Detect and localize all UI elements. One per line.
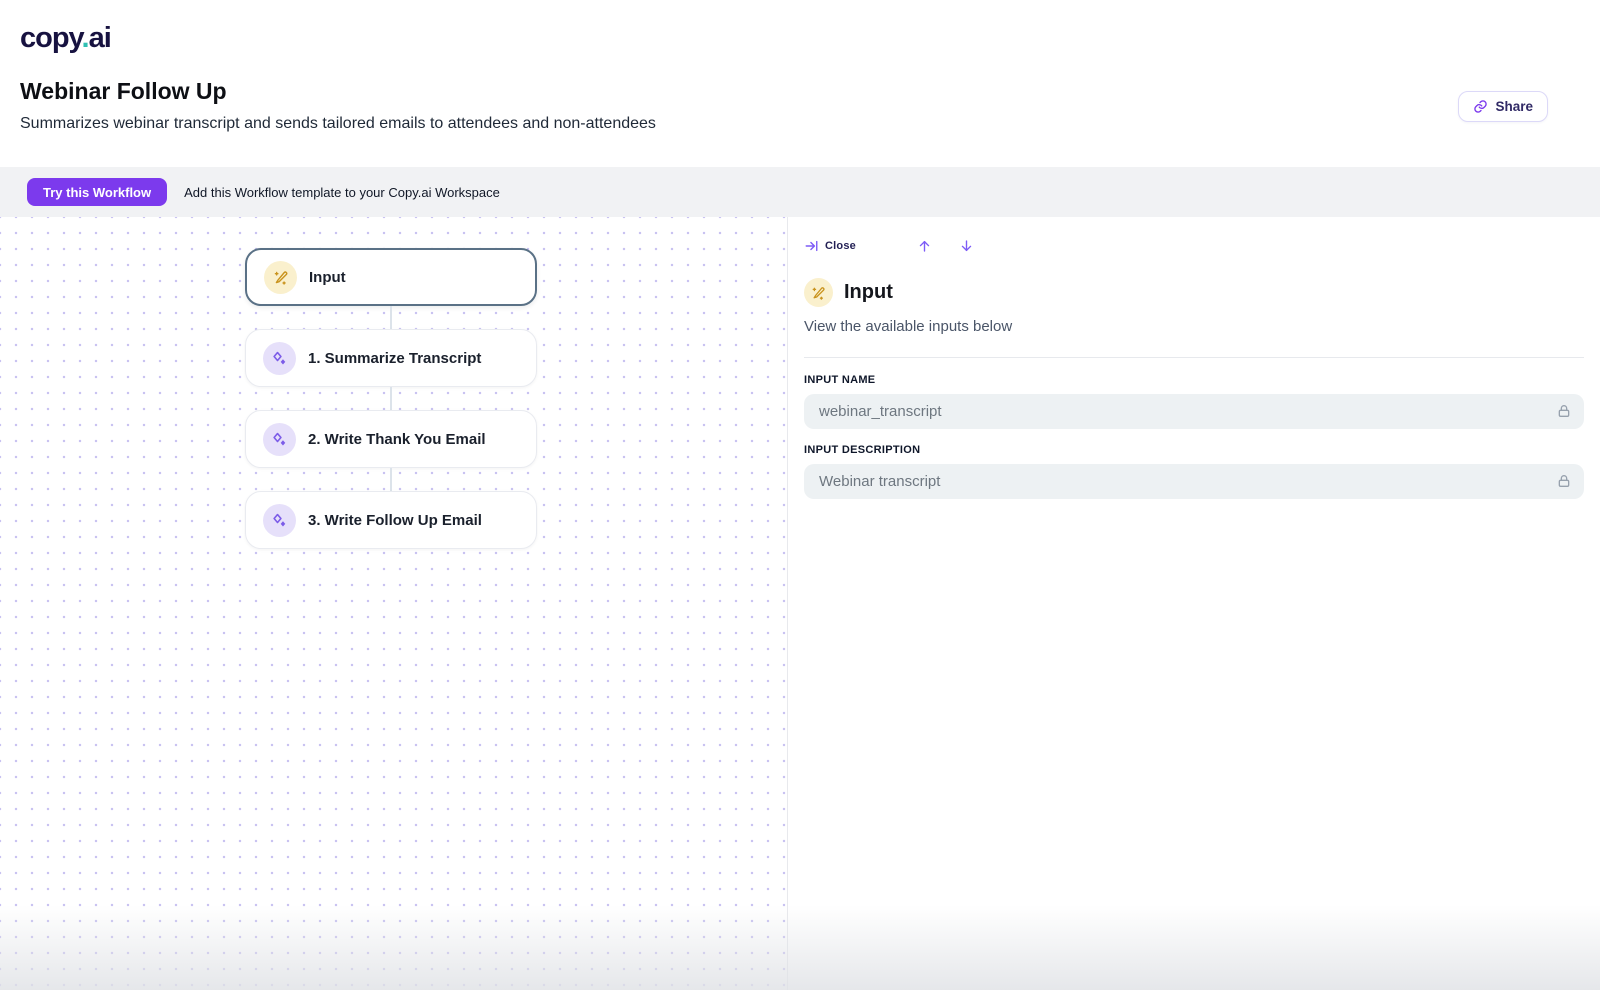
sparkles-icon <box>263 503 296 537</box>
page-subtitle: Summarizes webinar transcript and sends … <box>20 115 656 132</box>
arrow-down-icon <box>962 240 972 252</box>
share-button[interactable]: Share <box>1458 91 1548 122</box>
panel-description: View the available inputs below <box>804 318 1013 335</box>
close-panel-button[interactable]: Close <box>804 239 856 253</box>
input-name-field-wrap <box>804 394 1584 429</box>
collapse-right-icon <box>805 240 818 252</box>
arrow-up-icon <box>920 240 930 252</box>
panel-heading: Input <box>804 278 1584 307</box>
input-name-label: INPUT NAME <box>804 374 876 386</box>
main-area: Input 1. Summarize Transcript 2. Write T… <box>0 217 1600 990</box>
link-icon <box>1474 100 1488 113</box>
copyai-logo[interactable]: copy.ai <box>20 22 112 55</box>
logo-text: copy <box>20 22 83 54</box>
panel-title: Input <box>844 281 893 303</box>
node-column: Input 1. Summarize Transcript 2. Write T… <box>245 248 537 549</box>
node-label: 2. Write Thank You Email <box>308 430 486 448</box>
node-connector <box>390 306 392 329</box>
try-workflow-button[interactable]: Try this Workflow <box>27 178 168 206</box>
node-write-thank-you-email[interactable]: 2. Write Thank You Email <box>245 410 537 468</box>
input-name-field[interactable] <box>804 394 1584 429</box>
node-input[interactable]: Input <box>245 248 537 306</box>
share-button-label: Share <box>1495 99 1533 114</box>
sparkles-icon <box>263 341 296 375</box>
logo-text-suffix: ai <box>88 22 112 54</box>
node-label: Input <box>309 268 346 286</box>
panel-divider <box>804 357 1584 358</box>
close-button-label: Close <box>825 240 856 252</box>
detail-panel: Close Input View the available inputs be… <box>787 217 1600 990</box>
node-connector <box>390 468 392 491</box>
wand-icon <box>264 260 297 294</box>
node-connector <box>390 387 392 410</box>
node-summarize-transcript[interactable]: 1. Summarize Transcript <box>245 329 537 387</box>
wand-icon <box>804 278 833 307</box>
page-header: copy.ai Webinar Follow Up Summarizes web… <box>0 0 1600 167</box>
node-write-follow-up-email[interactable]: 3. Write Follow Up Email <box>245 491 537 549</box>
sparkles-icon <box>263 422 296 456</box>
input-description-field[interactable] <box>804 464 1584 499</box>
page-title: Webinar Follow Up <box>20 78 227 104</box>
node-label: 3. Write Follow Up Email <box>308 511 482 529</box>
cta-description: Add this Workflow template to your Copy.… <box>184 184 500 200</box>
next-step-button[interactable] <box>958 238 976 254</box>
workflow-canvas[interactable]: Input 1. Summarize Transcript 2. Write T… <box>0 217 787 990</box>
lock-icon <box>1556 473 1572 494</box>
lock-icon <box>1556 403 1572 424</box>
cta-bar: Try this Workflow Add this Workflow temp… <box>0 167 1600 217</box>
node-label: 1. Summarize Transcript <box>308 349 482 367</box>
previous-step-button[interactable] <box>916 238 934 254</box>
input-description-label: INPUT DESCRIPTION <box>804 444 921 456</box>
panel-toolbar: Close <box>804 237 1584 255</box>
input-description-field-wrap <box>804 464 1584 499</box>
logo-dot: . <box>81 22 90 54</box>
